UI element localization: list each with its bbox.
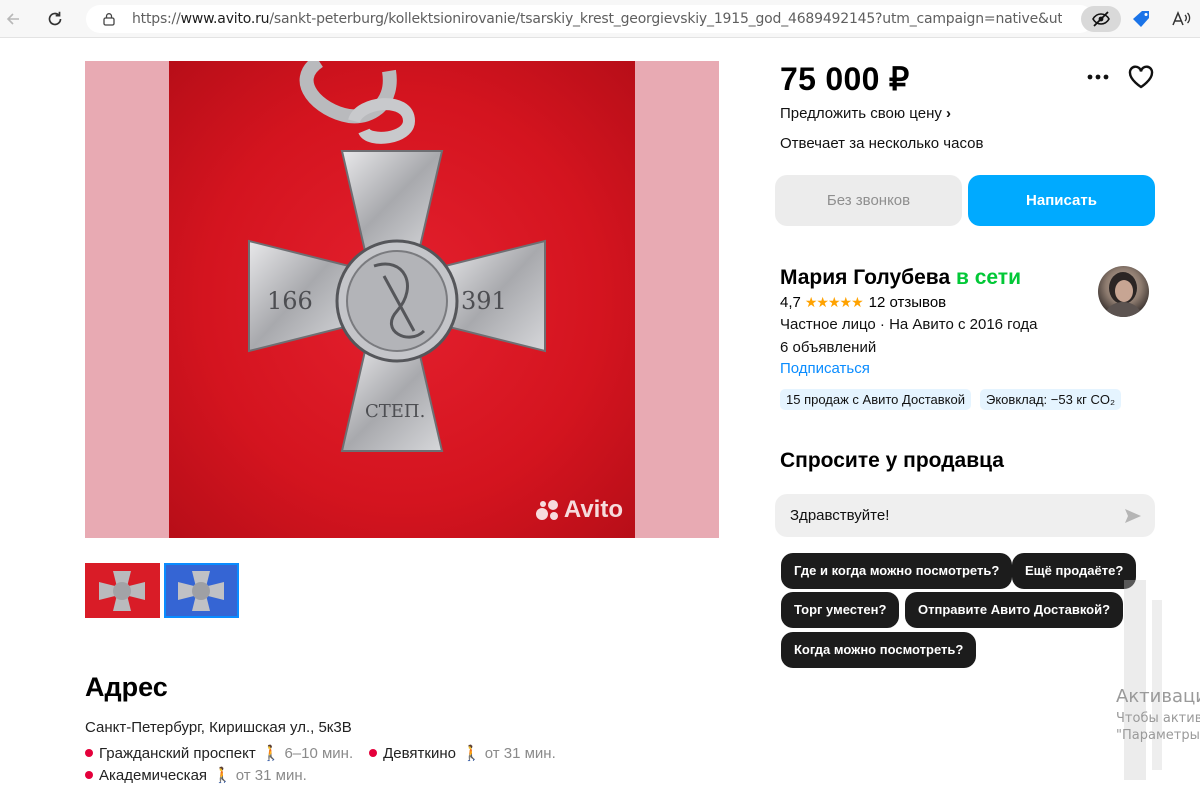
activation-line: Чтобы активи bbox=[1116, 711, 1200, 726]
ask-seller-title: Спросите у продавца bbox=[780, 449, 1004, 472]
site-info-icon bbox=[103, 13, 115, 26]
quick-question-chip[interactable]: Торг уместен? bbox=[781, 592, 900, 628]
address-bar[interactable]: https://www.avito.ru/sankt-peterburg/kol… bbox=[86, 5, 1094, 33]
seller-name[interactable]: Мария Голубева в сети bbox=[780, 266, 1021, 290]
reload-button[interactable] bbox=[42, 6, 68, 32]
thumbnail-2[interactable] bbox=[164, 563, 239, 618]
quick-question-chip[interactable]: Отправите Авито Доставкой? bbox=[905, 592, 1124, 628]
chevron-right-icon: › bbox=[946, 105, 952, 122]
avito-logo-icon bbox=[535, 500, 558, 520]
heart-icon bbox=[1128, 65, 1154, 89]
no-calls-button[interactable]: Без звонков bbox=[775, 175, 962, 226]
reload-icon bbox=[48, 11, 62, 26]
metro-dot bbox=[369, 749, 378, 757]
activation-line: "Параметры" bbox=[1116, 728, 1200, 743]
message-input[interactable]: Здравствуйте! bbox=[775, 494, 1155, 537]
arrow-left-icon bbox=[6, 13, 19, 25]
more-dots-icon bbox=[1087, 74, 1109, 80]
walk-icon: 🚶 bbox=[462, 745, 481, 762]
tag-icon bbox=[1133, 11, 1149, 27]
main-photo[interactable]: 166 391 СТЕП. Avito bbox=[85, 61, 719, 538]
metro-row: Гражданский проспект 🚶 6–10 мин. Девятки… bbox=[85, 744, 556, 762]
response-time: Отвечает за несколько часов bbox=[780, 135, 984, 152]
metro-time: 6–10 мин. bbox=[284, 744, 354, 762]
seller-type: Частное лицо · На Авито с 2016 года bbox=[780, 316, 1038, 333]
eye-off-icon bbox=[1092, 11, 1110, 27]
tracking-prevention-button[interactable] bbox=[1081, 6, 1121, 32]
message-input-value: Здравствуйте! bbox=[790, 507, 890, 524]
reviews-link[interactable]: 12 отзывов bbox=[869, 294, 947, 311]
url-text: https://www.avito.ru/sankt-peterburg/kol… bbox=[132, 11, 1062, 27]
photo-image: 166 391 СТЕП. bbox=[169, 61, 635, 538]
walk-icon: 🚶 bbox=[213, 767, 232, 784]
subscribe-link[interactable]: Подписаться bbox=[780, 360, 870, 377]
metro-station: Гражданский проспект bbox=[99, 744, 256, 762]
seller-rating[interactable]: 4,7 ★★★★★ 12 отзывов bbox=[780, 294, 946, 311]
browser-toolbar: https://www.avito.ru/sankt-peterburg/kol… bbox=[0, 0, 1200, 38]
metro-station: Девяткино bbox=[383, 744, 456, 762]
favorite-button[interactable] bbox=[1126, 62, 1156, 92]
collections-button[interactable] bbox=[1129, 6, 1155, 32]
seller-ads-link[interactable]: 6 объявлений bbox=[780, 339, 876, 356]
read-aloud-button[interactable] bbox=[1168, 6, 1194, 32]
svg-text:391: 391 bbox=[461, 287, 507, 315]
quick-question-chip[interactable]: Где и когда можно посмотреть? bbox=[781, 553, 1013, 589]
metro-dot bbox=[85, 771, 93, 779]
rating-value: 4,7 bbox=[780, 294, 801, 311]
svg-text:СТЕП.: СТЕП. bbox=[365, 401, 425, 422]
offer-price-link[interactable]: Предложить свою цену › bbox=[780, 105, 951, 122]
more-options-button[interactable] bbox=[1084, 64, 1112, 90]
svg-text:166: 166 bbox=[267, 287, 313, 315]
avatar-photo bbox=[1104, 272, 1143, 317]
rating-stars: ★★★★★ bbox=[804, 294, 864, 310]
address-line: Санкт-Петербург, Киришская ул., 5к3В bbox=[85, 719, 352, 736]
walk-icon: 🚶 bbox=[261, 745, 281, 762]
windows-activation-watermark: Активация Чтобы активи "Параметры" bbox=[1116, 686, 1200, 743]
online-status: в сети bbox=[955, 266, 1021, 289]
metro-station: Академическая bbox=[99, 766, 208, 784]
side-watermark bbox=[1124, 580, 1162, 780]
metro-dot bbox=[85, 749, 93, 757]
price: 75 000 ₽ bbox=[780, 61, 910, 97]
metro-row: Академическая 🚶 от 31 мин. bbox=[85, 766, 307, 784]
avito-watermark: Avito bbox=[535, 496, 623, 524]
read-aloud-icon bbox=[1172, 11, 1191, 26]
eco-badge[interactable]: Эковклад: −53 кг CO₂ bbox=[980, 389, 1122, 410]
send-icon[interactable] bbox=[1123, 506, 1143, 526]
cross-image: 166 391 СТЕП. bbox=[248, 61, 546, 452]
avatar[interactable] bbox=[1098, 266, 1149, 317]
metro-time: от 31 мин. bbox=[484, 744, 556, 762]
metro-time: от 31 мин. bbox=[235, 766, 307, 784]
address-title: Адрес bbox=[85, 672, 168, 702]
thumbnail-cross-image bbox=[99, 571, 145, 611]
quick-question-chip[interactable]: Когда можно посмотреть? bbox=[781, 632, 977, 668]
back-button[interactable] bbox=[0, 6, 26, 32]
thumbnail-cross-image bbox=[178, 571, 224, 611]
delivery-badge[interactable]: 15 продаж с Авито Доставкой bbox=[780, 389, 971, 410]
write-message-button[interactable]: Написать bbox=[968, 175, 1155, 226]
activation-title: Активация bbox=[1116, 686, 1200, 707]
thumbnail-1[interactable] bbox=[85, 563, 160, 618]
